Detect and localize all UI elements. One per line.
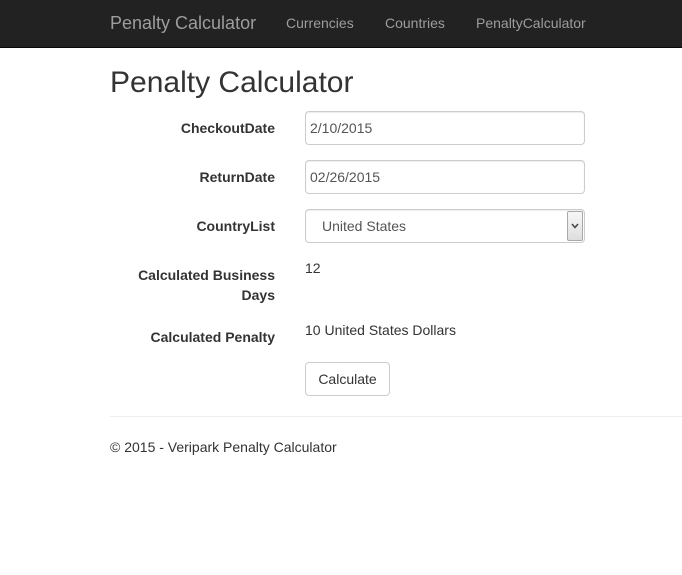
- checkout-date-label: CheckoutDate: [180, 120, 275, 136]
- footer-text: © 2015 - Veripark Penalty Calculator: [110, 439, 337, 455]
- return-date-input[interactable]: [305, 160, 585, 194]
- nav-link-currencies[interactable]: Currencies: [286, 15, 354, 31]
- penalty-value: 10 United States Dollars: [305, 322, 456, 338]
- return-date-label: ReturnDate: [199, 169, 275, 185]
- page-title: Penalty Calculator: [110, 66, 354, 99]
- chevron-down-icon[interactable]: [567, 211, 583, 241]
- nav-link-penalty-calculator[interactable]: PenaltyCalculator: [476, 15, 586, 31]
- penalty-label: Calculated Penalty: [150, 329, 276, 345]
- country-list-label: CountryList: [196, 218, 275, 234]
- footer-divider: [110, 416, 682, 417]
- business-days-label-line2: Days: [241, 287, 275, 303]
- checkout-date-input[interactable]: [305, 111, 585, 145]
- business-days-label-line1: Calculated Business: [138, 267, 275, 283]
- calculate-button[interactable]: Calculate: [305, 362, 390, 396]
- nav-link-countries[interactable]: Countries: [385, 15, 445, 31]
- navbar-brand[interactable]: Penalty Calculator: [110, 13, 256, 34]
- country-list-select[interactable]: United States: [305, 209, 585, 243]
- business-days-value: 12: [305, 260, 321, 276]
- business-days-label: Calculated Business Days: [0, 265, 275, 305]
- country-list-selected-value: United States: [322, 218, 407, 234]
- top-navbar: Penalty Calculator Currencies Countries …: [0, 0, 682, 48]
